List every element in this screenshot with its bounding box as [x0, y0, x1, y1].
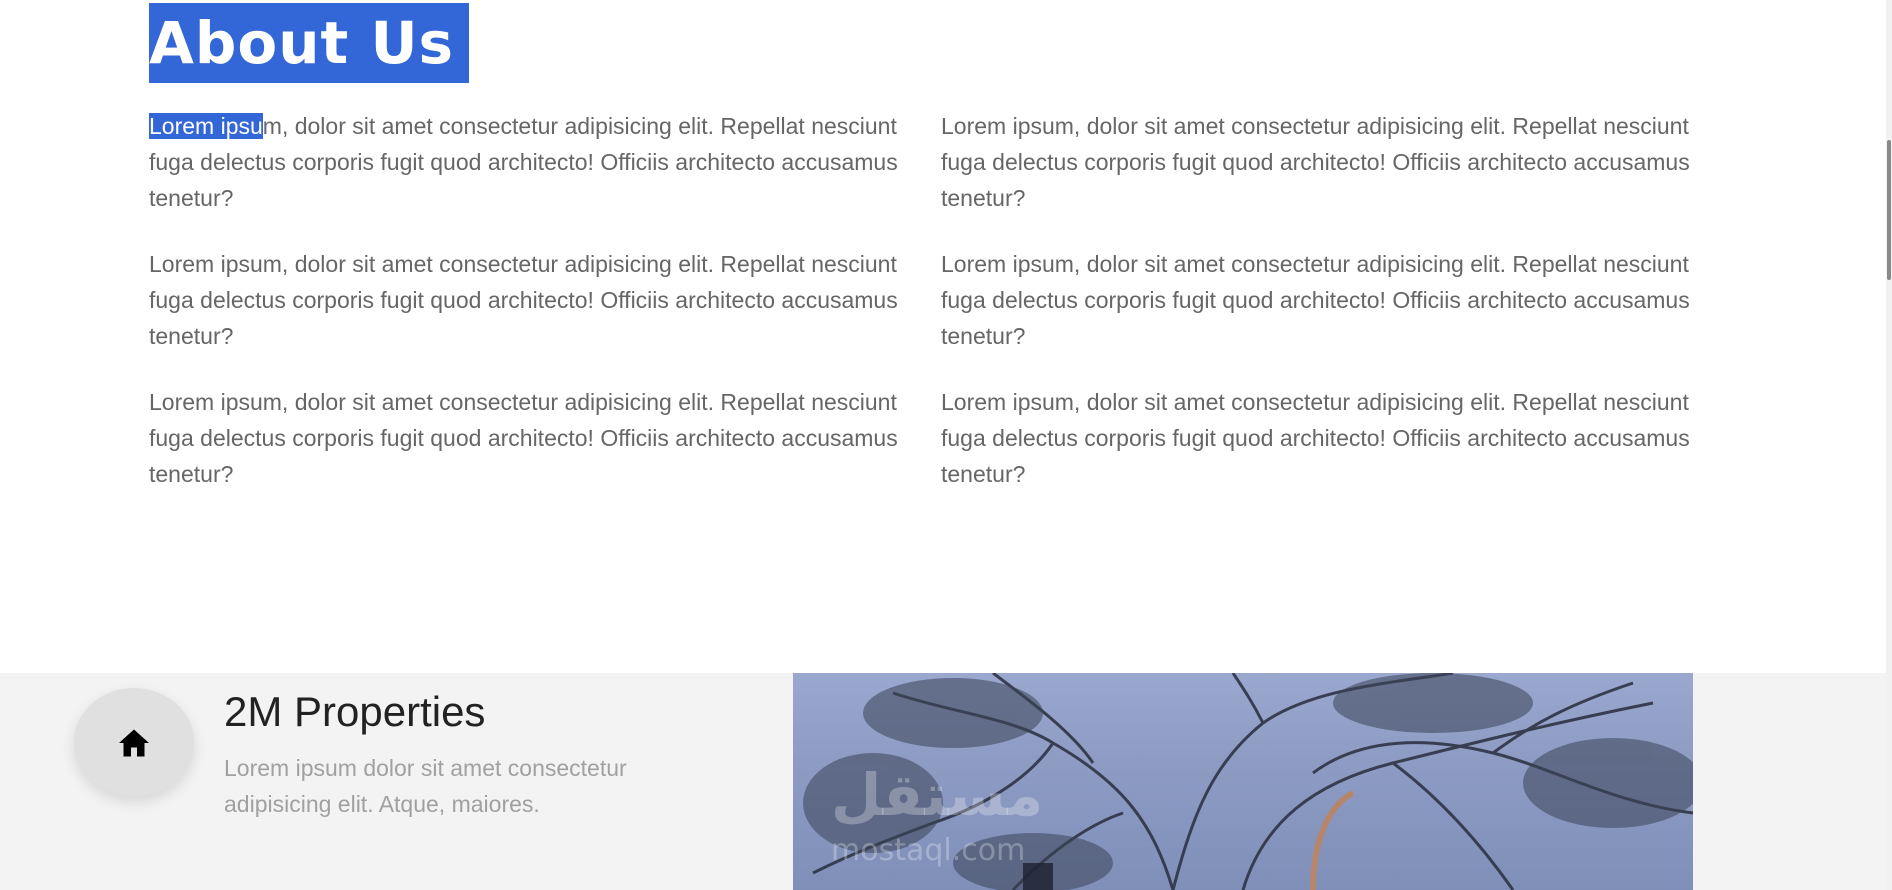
home-icon: [119, 729, 149, 757]
watermark-arabic: مستقل: [831, 761, 1044, 829]
about-title-text: About Us: [149, 9, 455, 77]
about-title: About Us: [149, 3, 469, 83]
stat-title: 2M Properties: [224, 688, 486, 735]
about-paragraph: Lorem ipsum, dolor sit amet consectetur …: [149, 251, 898, 349]
about-paragraph: Lorem ipsum, dolor sit amet consectetur …: [149, 389, 898, 487]
watermark-text: mostaql.com: [831, 833, 1026, 868]
tree-photo: مستقل mostaql.com: [793, 673, 1693, 890]
vertical-scrollbar[interactable]: [1886, 0, 1892, 890]
scrollbar-thumb[interactable]: [1887, 140, 1891, 280]
selected-text: Lorem ipsu: [149, 113, 263, 139]
page: About Us Lorem ipsum, dolor sit amet con…: [0, 0, 1886, 890]
stat-description: Lorem ipsum dolor sit amet consectetur a…: [224, 755, 627, 817]
about-paragraph: Lorem ipsum, dolor sit amet consectetur …: [941, 389, 1690, 487]
about-paragraph: Lorem ipsum, dolor sit amet consectetur …: [149, 108, 909, 216]
about-paragraph: Lorem ipsum, dolor sit amet consectetur …: [941, 251, 1690, 349]
about-paragraph: Lorem ipsum, dolor sit amet consectetur …: [941, 113, 1690, 211]
